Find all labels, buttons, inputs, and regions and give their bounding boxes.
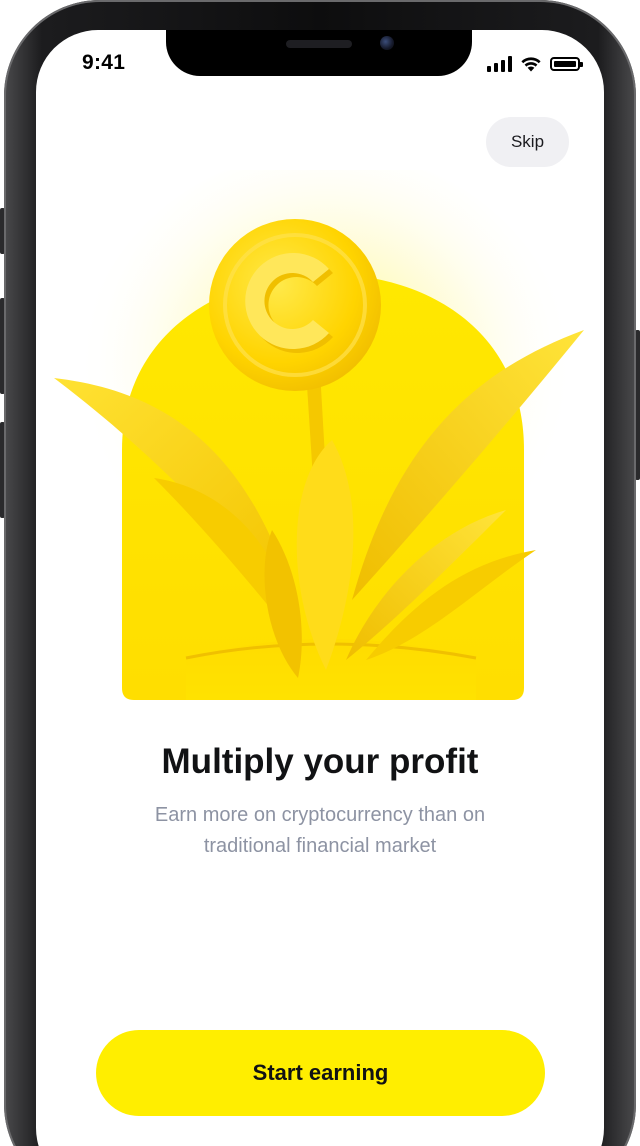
status-icons (487, 52, 583, 72)
front-camera (380, 36, 394, 50)
speaker-grille (286, 40, 352, 48)
coin-plant-illustration (54, 170, 584, 700)
phone-device: 9:41 Skip Multiply your profit Earn more… (0, 0, 640, 1146)
onboarding-title: Multiply your profit (161, 742, 479, 781)
skip-button[interactable]: Skip (486, 117, 569, 167)
notch (166, 30, 472, 76)
status-time: 9:41 (82, 51, 126, 74)
battery-icon (550, 57, 583, 71)
app-screen: 9:41 Skip Multiply your profit Earn more… (36, 30, 604, 1146)
onboarding-subtitle: Earn more on cryptocurrency than on trad… (154, 804, 486, 857)
cellular-signal-icon (487, 56, 512, 72)
start-earning-button[interactable]: Start earning (96, 1030, 545, 1116)
wifi-icon (521, 57, 541, 72)
